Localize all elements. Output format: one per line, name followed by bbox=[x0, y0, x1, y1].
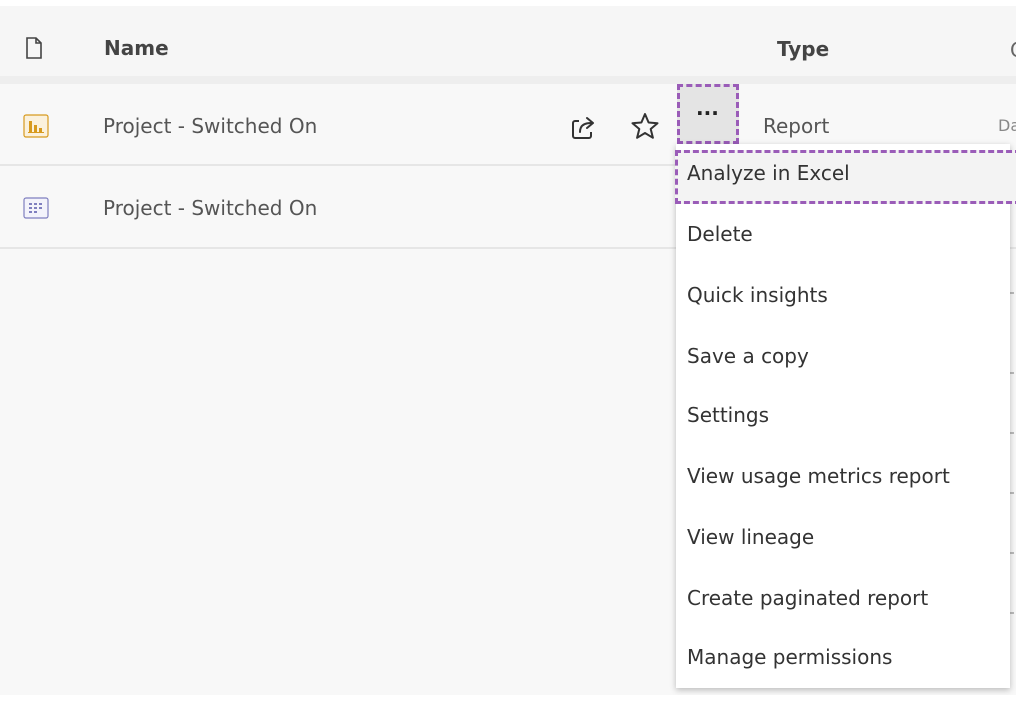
row-name[interactable]: Project - Switched On bbox=[103, 196, 317, 220]
menu-item-label: Delete bbox=[687, 222, 753, 246]
row-type: Report bbox=[763, 114, 830, 138]
right-gutter bbox=[1016, 0, 1024, 703]
share-icon[interactable] bbox=[568, 112, 600, 144]
file-icon bbox=[26, 37, 42, 59]
menu-item-manage-permissions[interactable]: Manage permissions bbox=[676, 629, 1010, 689]
menu-item-label: Create paginated report bbox=[687, 586, 929, 610]
menu-item-label: Analyze in Excel bbox=[687, 161, 850, 185]
row-extra-cut: Da bbox=[998, 116, 1016, 135]
menu-item-label: View lineage bbox=[687, 525, 815, 549]
menu-item-label: Manage permissions bbox=[687, 645, 893, 669]
column-header-name[interactable]: Name bbox=[104, 36, 169, 60]
star-icon[interactable] bbox=[628, 110, 662, 144]
menu-item-create-paginated-report[interactable]: Create paginated report bbox=[676, 570, 1010, 630]
header-separator bbox=[0, 76, 1016, 84]
more-options-icon: ··· bbox=[696, 101, 719, 125]
more-options-button[interactable]: ··· bbox=[677, 84, 739, 144]
dataset-icon bbox=[23, 197, 49, 219]
bottom-strip bbox=[0, 695, 1024, 703]
column-header-type[interactable]: Type bbox=[777, 37, 829, 61]
row-name[interactable]: Project - Switched On bbox=[103, 114, 317, 138]
menu-item-delete[interactable]: Delete bbox=[676, 206, 1010, 266]
menu-item-quick-insights[interactable]: Quick insights bbox=[676, 267, 1010, 327]
menu-item-view-lineage[interactable]: View lineage bbox=[676, 509, 1010, 569]
menu-item-label: View usage metrics report bbox=[687, 464, 950, 488]
menu-item-label: Quick insights bbox=[687, 283, 828, 307]
menu-item-analyze-in-excel[interactable]: Analyze in Excel bbox=[675, 150, 1021, 204]
menu-item-view-usage-metrics[interactable]: View usage metrics report bbox=[676, 448, 1010, 508]
context-menu: Analyze in Excel Delete Quick insights S… bbox=[675, 144, 1021, 689]
menu-item-save-a-copy[interactable]: Save a copy bbox=[676, 328, 1010, 388]
menu-item-label: Settings bbox=[687, 403, 770, 427]
table-header: Name Type C bbox=[0, 6, 1018, 76]
menu-item-label: Save a copy bbox=[687, 344, 809, 368]
workspace-page: Name Type C Project - Switched On ··· Re… bbox=[0, 0, 1024, 703]
report-icon bbox=[23, 114, 49, 138]
menu-item-settings[interactable]: Settings bbox=[676, 387, 1010, 447]
